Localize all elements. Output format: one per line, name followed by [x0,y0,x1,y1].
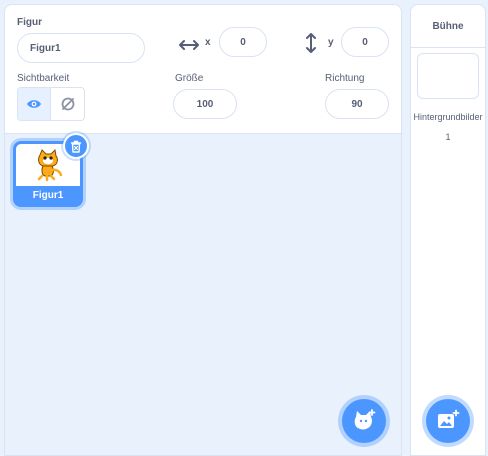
stage-title: Bühne [411,5,485,48]
sprite-name-input[interactable]: Figur1 [17,33,145,63]
vertical-arrows-icon [306,33,316,53]
stage-pane: Bühne Hintergrundbilder 1 [410,4,486,456]
add-sprite-button[interactable] [342,399,386,443]
sprite-pane: Figur Figur1 x 0 y 0 Sichtbarkeit Größe … [4,4,402,456]
eye-slash-icon [61,97,74,111]
show-sprite-button[interactable] [18,88,52,120]
add-backdrop-icon [438,409,460,428]
stage-thumbnail[interactable] [417,53,479,99]
sprite-section-title: Figur [17,17,42,28]
y-input[interactable]: 0 [341,27,389,57]
sprite-tile-label: Figur1 [16,186,80,204]
eye-icon [27,100,41,108]
visibility-label: Sichtbarkeit [17,73,70,84]
backdrops-label: Hintergrundbilder [413,112,483,122]
visibility-toggle-group [17,87,85,121]
add-sprite-icon [354,409,376,430]
cat-icon [37,148,63,182]
direction-input[interactable]: 90 [325,89,389,119]
x-label: x [205,37,211,48]
horizontal-arrows-icon [179,40,199,50]
sprite-info-panel: Figur Figur1 x 0 y 0 Sichtbarkeit Größe … [5,5,401,134]
size-input[interactable]: 100 [173,89,237,119]
size-label: Größe [175,73,204,84]
direction-label: Richtung [325,73,365,84]
x-input[interactable]: 0 [219,27,267,57]
hide-sprite-button[interactable] [51,88,84,120]
backdrops-count: 1 [445,132,451,142]
add-backdrop-button[interactable] [426,399,470,443]
trash-icon [70,140,82,153]
y-label: y [328,37,334,48]
delete-sprite-button[interactable] [63,133,89,159]
